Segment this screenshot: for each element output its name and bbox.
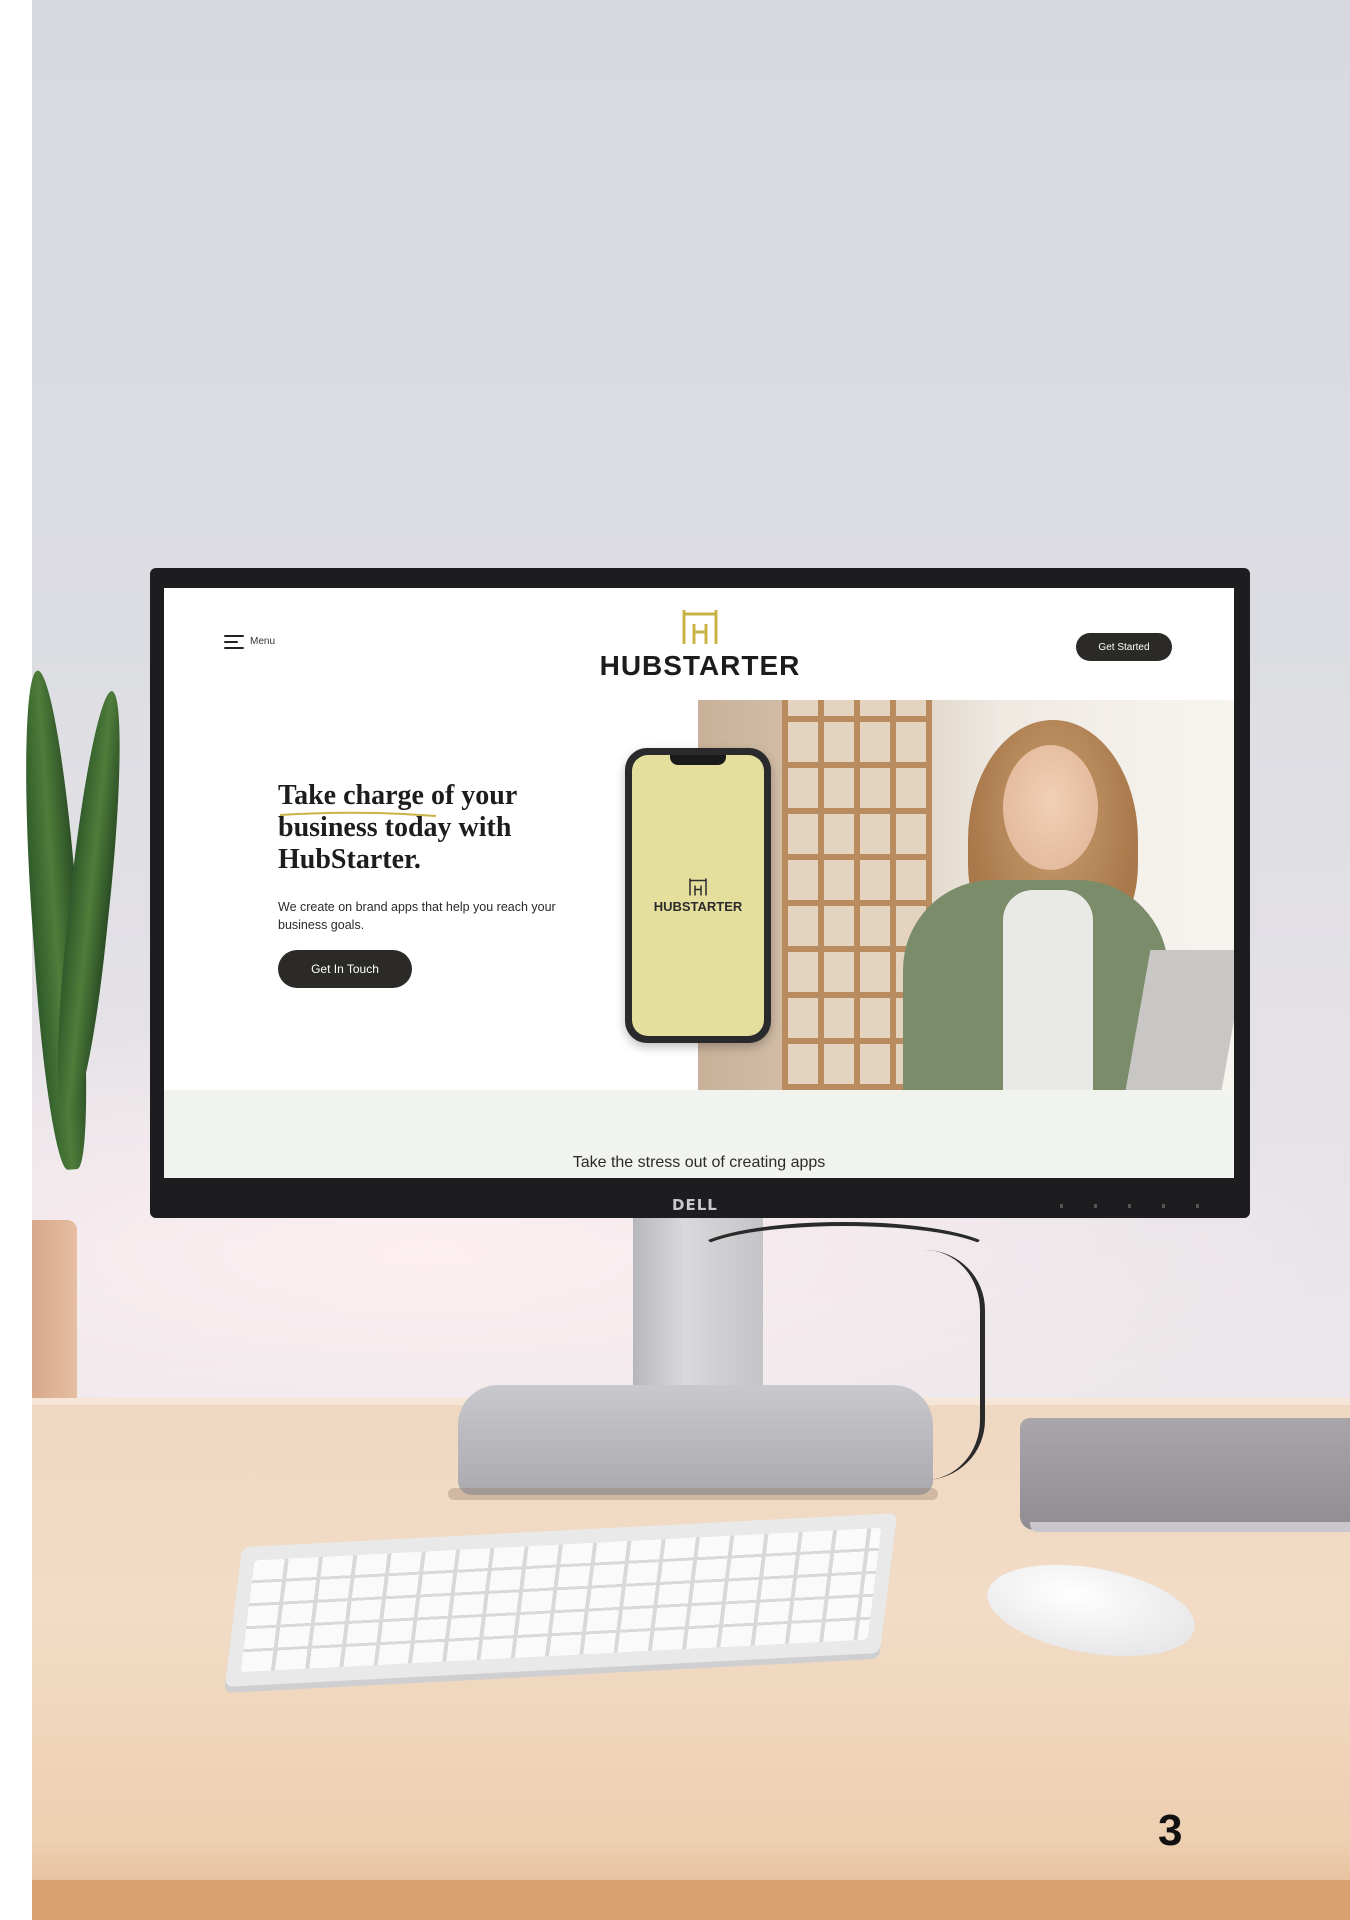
photo-person-shirt — [1003, 890, 1093, 1090]
scene: DELL Menu HUBSTARTER Get Started HUBSTAR… — [0, 0, 1350, 1920]
get-in-touch-button[interactable]: Get In Touch — [278, 950, 412, 988]
site-header: Menu HUBSTARTER Get Started — [164, 588, 1234, 698]
hero-title: Take charge of your business today with … — [278, 780, 517, 875]
hero-copy: Take charge of your business today with … — [278, 780, 608, 988]
hero-subtitle: We create on brand apps that help you re… — [278, 900, 556, 932]
brand-name: HUBSTARTER — [599, 650, 801, 681]
underline-swash — [279, 811, 437, 817]
keyboard-keys — [240, 1527, 882, 1673]
menu-label: Menu — [250, 635, 276, 647]
hero-title-wrap: Take charge of your business today with … — [278, 780, 608, 876]
phone-notch — [670, 755, 726, 765]
brand-logo[interactable]: HUBSTARTER — [590, 608, 810, 682]
menu-button[interactable]: Menu — [224, 633, 275, 649]
phone-brand: HUBSTARTER — [632, 877, 764, 914]
hamburger-menu-icon — [224, 633, 244, 649]
monitor-screen: Menu HUBSTARTER Get Started HUBSTARTER T… — [164, 588, 1234, 1178]
hubstarter-logo-icon — [682, 610, 718, 644]
hubstarter-logo-icon — [689, 878, 707, 896]
laptop — [1020, 1418, 1350, 1530]
feature-band: Take the stress out of creating apps — [164, 1090, 1234, 1178]
stand-shadow — [448, 1488, 938, 1500]
phone-mockup: HUBSTARTER — [625, 748, 771, 1043]
phone-screen: HUBSTARTER — [632, 755, 764, 1036]
band-heading: Take the stress out of creating apps — [572, 1154, 826, 1171]
photo-person-face — [1003, 745, 1098, 870]
desk-front — [32, 1880, 1350, 1920]
monitor-buttons — [1060, 1204, 1210, 1208]
hero-photo — [698, 700, 1234, 1090]
get-started-button[interactable]: Get Started — [1076, 633, 1172, 661]
monitor-stand-base — [458, 1385, 933, 1495]
monitor-brand-logo: DELL — [672, 1196, 718, 1214]
page-number: 3 — [1158, 1806, 1183, 1855]
laptop-edge — [1030, 1522, 1350, 1532]
page-margin — [0, 0, 32, 1920]
phone-brand-name: HUBSTARTER — [653, 899, 743, 914]
